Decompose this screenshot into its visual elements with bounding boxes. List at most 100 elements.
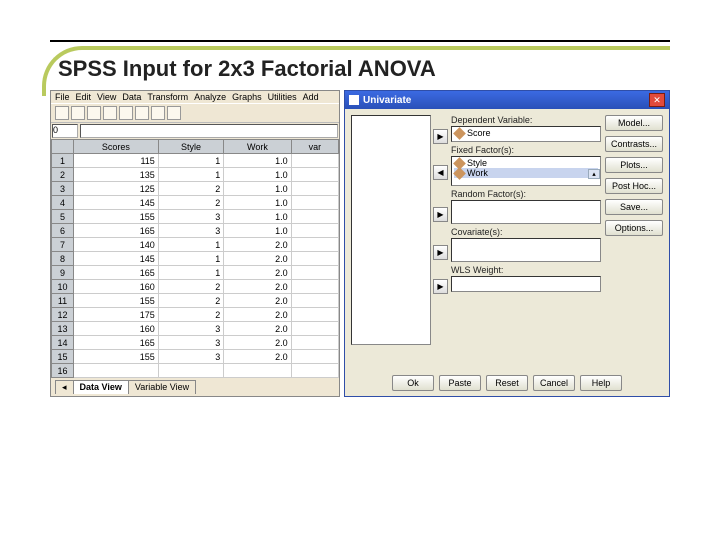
cell-work[interactable]: 2.0 [224, 280, 291, 294]
print-icon[interactable] [87, 106, 101, 120]
cell-work[interactable]: 1.0 [224, 168, 291, 182]
cell-scores[interactable]: 125 [74, 182, 159, 196]
menu-transform[interactable]: Transform [147, 92, 188, 102]
row-header[interactable]: 13 [52, 322, 74, 336]
model-button[interactable]: Model... [605, 115, 663, 131]
table-row[interactable]: 1217522.0 [52, 308, 339, 322]
row-header[interactable]: 14 [52, 336, 74, 350]
cell-scores[interactable] [74, 364, 159, 378]
cell-style[interactable]: 3 [158, 336, 223, 350]
variable-source-list[interactable] [351, 115, 431, 345]
cell-scores[interactable]: 175 [74, 308, 159, 322]
recall-icon[interactable] [103, 106, 117, 120]
menu-graphs[interactable]: Graphs [232, 92, 262, 102]
menu-data[interactable]: Data [122, 92, 141, 102]
row-header[interactable]: 8 [52, 252, 74, 266]
cell-empty[interactable] [291, 252, 338, 266]
cell-empty[interactable] [291, 168, 338, 182]
cell-style[interactable]: 1 [158, 168, 223, 182]
tab-data-view[interactable]: Data View [73, 380, 129, 394]
cell-empty[interactable] [291, 224, 338, 238]
menu-file[interactable]: File [55, 92, 70, 102]
move-random-button[interactable]: ▶ [433, 207, 448, 222]
cell-style[interactable]: 2 [158, 294, 223, 308]
cell-scores[interactable]: 155 [74, 210, 159, 224]
row-header[interactable]: 15 [52, 350, 74, 364]
row-header[interactable]: 9 [52, 266, 74, 280]
col-header[interactable]: Work [224, 140, 291, 154]
table-row[interactable]: 414521.0 [52, 196, 339, 210]
contrasts-button[interactable]: Contrasts... [605, 136, 663, 152]
tab-variable-view[interactable]: Variable View [128, 380, 196, 394]
row-header[interactable]: 11 [52, 294, 74, 308]
cell-work[interactable]: 1.0 [224, 196, 291, 210]
cell-empty[interactable] [291, 196, 338, 210]
table-row[interactable]: 111511.0 [52, 154, 339, 168]
goto-icon[interactable] [151, 106, 165, 120]
scroll-up-icon[interactable]: ▴ [588, 169, 600, 179]
cell-scores[interactable]: 155 [74, 350, 159, 364]
menu-addons[interactable]: Add [303, 92, 319, 102]
cell-empty[interactable] [291, 210, 338, 224]
cell-scores[interactable]: 115 [74, 154, 159, 168]
cell-work[interactable]: 2.0 [224, 322, 291, 336]
cell-style[interactable]: 2 [158, 182, 223, 196]
redo-icon[interactable] [135, 106, 149, 120]
cell-style[interactable]: 2 [158, 308, 223, 322]
cell-work[interactable]: 2.0 [224, 336, 291, 350]
table-row[interactable]: 616531.0 [52, 224, 339, 238]
table-row[interactable]: 714012.0 [52, 238, 339, 252]
cell-work[interactable]: 1.0 [224, 224, 291, 238]
save-button[interactable]: Save... [605, 199, 663, 215]
row-header[interactable]: 12 [52, 308, 74, 322]
cell-empty[interactable] [291, 364, 338, 378]
table-row[interactable]: 312521.0 [52, 182, 339, 196]
cell-empty[interactable] [291, 266, 338, 280]
table-row[interactable]: 213511.0 [52, 168, 339, 182]
move-covariate-button[interactable]: ▶ [433, 245, 448, 260]
cell-work[interactable]: 1.0 [224, 210, 291, 224]
cell-style[interactable]: 3 [158, 322, 223, 336]
nav-left-icon[interactable]: ◂ [55, 380, 74, 394]
cell-work[interactable]: 2.0 [224, 294, 291, 308]
cell-empty[interactable] [291, 294, 338, 308]
table-row[interactable]: 814512.0 [52, 252, 339, 266]
cell-scores[interactable]: 135 [74, 168, 159, 182]
cell-empty[interactable] [291, 238, 338, 252]
plots-button[interactable]: Plots... [605, 157, 663, 173]
cell-style[interactable]: 1 [158, 154, 223, 168]
cell-scores[interactable]: 140 [74, 238, 159, 252]
cell-style[interactable]: 3 [158, 210, 223, 224]
paste-button[interactable]: Paste [439, 375, 481, 391]
row-header[interactable]: 6 [52, 224, 74, 238]
fixed-box[interactable]: Style Work ▴ ▾ [451, 156, 601, 186]
cell-style[interactable]: 3 [158, 224, 223, 238]
cell-style[interactable] [158, 364, 223, 378]
find-icon[interactable] [167, 106, 181, 120]
menu-edit[interactable]: Edit [76, 92, 92, 102]
close-icon[interactable]: ✕ [649, 93, 665, 107]
cell-work[interactable]: 2.0 [224, 252, 291, 266]
data-grid[interactable]: ScoresStyleWorkvar 111511.0213511.031252… [51, 139, 339, 378]
cell-empty[interactable] [291, 154, 338, 168]
col-header[interactable]: Style [158, 140, 223, 154]
cell-style[interactable]: 1 [158, 238, 223, 252]
help-button[interactable]: Help [580, 375, 622, 391]
cell-empty[interactable] [291, 308, 338, 322]
table-row[interactable]: 1016022.0 [52, 280, 339, 294]
wls-box[interactable] [451, 276, 601, 292]
cell-scores[interactable]: 160 [74, 280, 159, 294]
cell-empty[interactable] [291, 182, 338, 196]
cell-work[interactable]: 1.0 [224, 182, 291, 196]
row-header[interactable]: 1 [52, 154, 74, 168]
cell-style[interactable]: 2 [158, 196, 223, 210]
ok-button[interactable]: Ok [392, 375, 434, 391]
cell-work[interactable]: 2.0 [224, 266, 291, 280]
cancel-button[interactable]: Cancel [533, 375, 575, 391]
cell-scores[interactable]: 145 [74, 252, 159, 266]
move-dependent-button[interactable]: ▶ [433, 129, 448, 144]
cell-work[interactable]: 2.0 [224, 238, 291, 252]
save-icon[interactable] [71, 106, 85, 120]
table-row[interactable]: 16 [52, 364, 339, 378]
row-header[interactable]: 2 [52, 168, 74, 182]
